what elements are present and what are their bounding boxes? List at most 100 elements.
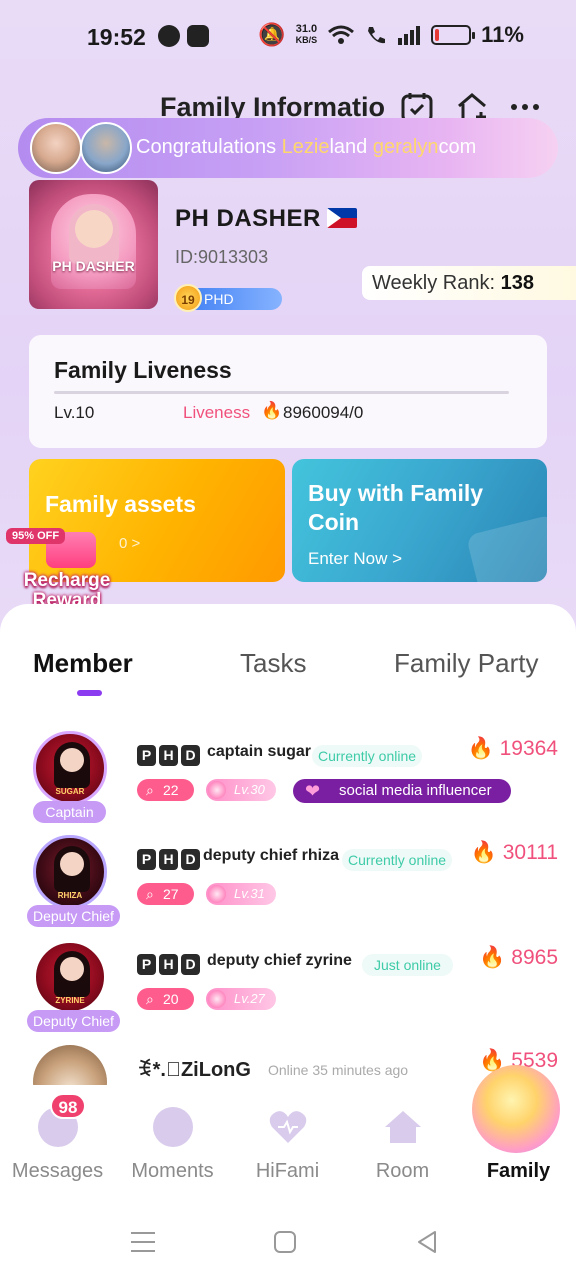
liveness-title: Family Liveness bbox=[54, 357, 232, 383]
unread-badge: 98 bbox=[50, 1093, 86, 1119]
liveness-level: Lv.10 bbox=[54, 403, 95, 422]
avatar[interactable] bbox=[33, 1045, 107, 1085]
tag-letter: P bbox=[137, 849, 156, 870]
avatar-tag: ZYRINE bbox=[55, 996, 85, 1005]
fire-icon: 🔥 bbox=[479, 946, 506, 969]
avatar-tag: SUGAR bbox=[55, 787, 85, 796]
level-chip: Lv.30 bbox=[206, 779, 276, 801]
weekly-rank-label: Weekly Rank: bbox=[372, 272, 501, 294]
nav-messages[interactable]: 98 Messages bbox=[0, 1085, 115, 1182]
network-speed-value: 31.0 bbox=[295, 23, 318, 35]
online-status: Currently online bbox=[342, 849, 453, 871]
recharge-label: Recharge bbox=[23, 570, 111, 591]
tab-family-party[interactable]: Family Party bbox=[394, 648, 538, 679]
tag-letter: D bbox=[181, 849, 200, 870]
banner-name-2: geralyn bbox=[372, 136, 439, 158]
family-level-badge: 19 bbox=[174, 284, 202, 312]
recents-icon[interactable] bbox=[128, 1227, 158, 1257]
message-count-chip: 27 bbox=[137, 883, 194, 905]
buy-family-coin-card[interactable]: Buy with Family Coin Enter Now > bbox=[292, 459, 547, 582]
network-speed-unit: KB/S bbox=[295, 35, 318, 45]
battery-percent: 11% bbox=[481, 22, 524, 47]
messenger-icon bbox=[158, 25, 180, 47]
fire-icon: 🔥 bbox=[261, 401, 283, 420]
weekly-rank-value: 138 bbox=[500, 272, 534, 294]
nav-room-label: Room bbox=[375, 1160, 430, 1182]
family-id: ID:9013303 bbox=[175, 247, 269, 267]
tab-active-indicator bbox=[77, 690, 102, 696]
house-icon bbox=[383, 1107, 423, 1147]
nav-moments-label: Moments bbox=[131, 1160, 214, 1182]
tab-member[interactable]: Member bbox=[33, 648, 133, 679]
recharge-reward-button[interactable]: 95% OFF Recharge Reward bbox=[6, 528, 128, 616]
nav-moments[interactable]: Moments bbox=[115, 1085, 230, 1182]
family-name: PH DASHER bbox=[175, 205, 357, 233]
family-tag: PHD bbox=[137, 745, 200, 766]
avatar-tag: RHIZA bbox=[57, 891, 83, 900]
weekly-rank[interactable]: Weekly Rank: 138 bbox=[362, 266, 576, 300]
family-cover-image[interactable]: PH DASHER bbox=[29, 180, 158, 309]
banner-suffix: com bbox=[438, 136, 477, 158]
banner-name-1: Lezie bbox=[281, 136, 330, 158]
back-icon[interactable] bbox=[412, 1227, 442, 1257]
message-count-chip: 20 bbox=[137, 988, 194, 1010]
online-status: Online 35 minutes ago bbox=[268, 1062, 409, 1078]
influencer-badge: social media influencer bbox=[293, 779, 511, 803]
cover-label: PH DASHER bbox=[52, 258, 135, 274]
brave-icon bbox=[187, 25, 209, 47]
congrats-banner[interactable]: Congratulations Lezieland geralyncom bbox=[18, 118, 558, 178]
level-chip: Lv.31 bbox=[206, 883, 276, 905]
nav-messages-label: Messages bbox=[11, 1160, 104, 1182]
system-nav-bar bbox=[0, 1205, 576, 1280]
nav-hifami-label: HiFami bbox=[255, 1160, 320, 1182]
role-badge: Deputy Chief bbox=[27, 905, 120, 927]
tag-letter: D bbox=[181, 954, 200, 975]
banner-text: Congratulations Lezieland geralyncom bbox=[136, 136, 526, 159]
discount-badge: 95% OFF bbox=[6, 528, 66, 544]
role-badge: Deputy Chief bbox=[27, 1010, 120, 1032]
tag-letter: H bbox=[159, 745, 178, 766]
enter-now-link[interactable]: Enter Now > bbox=[308, 549, 402, 569]
member-score: 🔥 19364 bbox=[468, 737, 558, 761]
liveness-label: Liveness bbox=[183, 403, 251, 422]
wifi-icon bbox=[328, 25, 355, 44]
family-mascot-icon[interactable] bbox=[472, 1065, 560, 1153]
member-score: 🔥 30111 bbox=[471, 841, 558, 865]
family-tag: PHD bbox=[137, 849, 200, 870]
tag-letter: P bbox=[137, 954, 156, 975]
member-row[interactable]: ZYRINE Deputy Chief PHD deputy chief zyr… bbox=[0, 940, 576, 1040]
buy-family-coin-title: Buy with Family Coin bbox=[308, 480, 484, 535]
member-row[interactable]: RHIZA Deputy Chief PHD deputy chief rhiz… bbox=[0, 835, 576, 935]
member-name: deputy chief rhiza bbox=[203, 847, 340, 864]
score-value: 30111 bbox=[502, 841, 558, 864]
home-icon[interactable] bbox=[270, 1227, 300, 1257]
nav-hifami[interactable]: HiFami bbox=[230, 1085, 345, 1182]
nav-room[interactable]: Room bbox=[345, 1085, 460, 1182]
status-bar: 19:52 🔕 31.0 KB/S 11% bbox=[0, 0, 576, 74]
level-chip: Lv.27 bbox=[206, 988, 276, 1010]
family-assets-title: Family assets bbox=[45, 491, 196, 517]
family-tag: PHD bbox=[137, 954, 200, 975]
liveness-value: 8960094/0 bbox=[283, 403, 364, 422]
liveness-progress-bar bbox=[54, 391, 509, 394]
member-row[interactable]: SUGAR Captain PHD captain sugar Currentl… bbox=[0, 731, 576, 831]
banner-avatar-1 bbox=[30, 122, 82, 174]
philippines-flag-icon bbox=[326, 208, 357, 228]
tag-letter: P bbox=[137, 745, 156, 766]
online-status: Currently online bbox=[312, 745, 423, 767]
avatar[interactable]: SUGAR bbox=[33, 731, 107, 805]
avatar[interactable]: RHIZA bbox=[33, 835, 107, 909]
banner-middle: land bbox=[329, 136, 373, 158]
family-liveness-card[interactable]: Family Liveness Lv.10 Liveness 🔥 8960094… bbox=[29, 335, 547, 448]
fire-icon: 🔥 bbox=[467, 737, 494, 760]
tag-letter: D bbox=[181, 745, 200, 766]
heart-pulse-icon bbox=[268, 1107, 308, 1147]
score-value: 8965 bbox=[511, 946, 558, 969]
member-score: 🔥 8965 bbox=[479, 946, 558, 970]
role-badge: Captain bbox=[33, 801, 106, 823]
avatar[interactable]: ZYRINE bbox=[33, 940, 107, 1014]
tab-tasks[interactable]: Tasks bbox=[240, 648, 306, 679]
signal-icon bbox=[398, 26, 421, 45]
battery-icon bbox=[431, 25, 476, 45]
battery-fill bbox=[435, 29, 440, 41]
